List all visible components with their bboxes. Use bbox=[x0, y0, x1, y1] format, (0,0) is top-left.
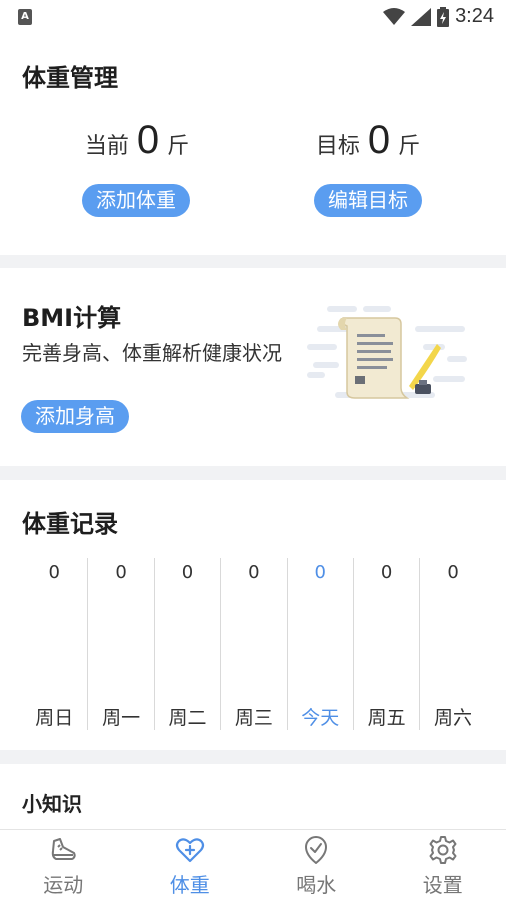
add-height-button[interactable]: 添加身高 bbox=[21, 400, 129, 433]
add-weight-button[interactable]: 添加体重 bbox=[82, 184, 190, 217]
day-column: 0 周六 bbox=[419, 558, 485, 730]
status-time: 3:24 bbox=[455, 5, 494, 27]
weight-management-card: 体重管理 当前 0 斤 添加体重 目标 0 斤 编辑目标 bbox=[0, 34, 506, 255]
bmi-card: BMI计算 完善身高、体重解析健康状况 添加身高 bbox=[0, 268, 506, 466]
nav-label: 设置 bbox=[422, 873, 463, 897]
check-badge-icon bbox=[305, 836, 328, 864]
tips-title: 小知识 bbox=[22, 792, 82, 816]
current-weight-value: 0 bbox=[136, 118, 160, 162]
day-value: 0 bbox=[115, 562, 127, 583]
target-weight-value: 0 bbox=[367, 118, 391, 162]
notification-icon: A bbox=[18, 9, 32, 25]
nav-item-water[interactable]: 喝水 bbox=[253, 830, 380, 898]
nav-label: 喝水 bbox=[296, 873, 337, 897]
edit-target-button[interactable]: 编辑目标 bbox=[314, 184, 422, 217]
day-value: 0 bbox=[48, 562, 60, 583]
target-weight-unit: 斤 bbox=[398, 134, 421, 159]
current-weight: 当前 0 斤 bbox=[47, 120, 227, 160]
day-value: 0 bbox=[314, 562, 326, 583]
day-column: 0 周二 bbox=[153, 558, 220, 730]
day-label: 周二 bbox=[168, 707, 207, 729]
day-label: 周六 bbox=[434, 707, 473, 729]
weight-records-card: 体重记录 0 周日 0 周一 0 周二 0 周三 0 今天 0 周五 0 周六 bbox=[0, 480, 506, 750]
nav-item-settings[interactable]: 设置 bbox=[380, 830, 506, 898]
nav-item-weight[interactable]: 体重 bbox=[127, 830, 254, 898]
weight-management-title: 体重管理 bbox=[22, 64, 118, 92]
weekly-records: 0 周日 0 周一 0 周二 0 周三 0 今天 0 周五 0 周六 bbox=[21, 558, 486, 730]
day-label: 周日 bbox=[35, 707, 74, 729]
tips-card: 小知识 bbox=[0, 764, 506, 830]
signal-icon bbox=[411, 7, 432, 26]
day-column: 0 周日 bbox=[21, 558, 87, 730]
nav-item-exercise[interactable]: 运动 bbox=[0, 830, 127, 898]
day-column: 0 周一 bbox=[87, 558, 153, 730]
day-column: 0 周三 bbox=[220, 558, 286, 730]
status-bar: A 3:24 bbox=[0, 0, 506, 34]
day-column-today: 0 今天 bbox=[286, 558, 353, 730]
current-weight-label: 当前 bbox=[84, 134, 129, 159]
bmi-title: BMI计算 bbox=[22, 304, 122, 332]
shoe-icon bbox=[52, 838, 76, 860]
current-weight-unit: 斤 bbox=[167, 134, 190, 159]
target-weight: 目标 0 斤 bbox=[278, 120, 458, 160]
day-value: 0 bbox=[380, 562, 393, 583]
bmi-description: 完善身高、体重解析健康状况 bbox=[22, 341, 282, 365]
nav-label: 体重 bbox=[169, 873, 210, 897]
status-icons: 3:24 bbox=[383, 5, 494, 28]
battery-icon bbox=[437, 6, 450, 27]
day-value: 0 bbox=[447, 562, 459, 583]
day-label: 周三 bbox=[234, 707, 273, 729]
target-weight-label: 目标 bbox=[315, 134, 360, 159]
nav-label: 运动 bbox=[43, 873, 84, 897]
day-column: 0 周五 bbox=[352, 558, 419, 730]
day-value: 0 bbox=[248, 562, 260, 583]
wifi-icon bbox=[383, 7, 406, 25]
heart-plus-icon bbox=[175, 838, 204, 863]
day-label: 周一 bbox=[102, 707, 141, 729]
bottom-navigation: 运动 体重 喝水 设置 bbox=[0, 829, 506, 898]
document-illustration bbox=[307, 306, 467, 399]
gear-icon bbox=[429, 836, 457, 864]
day-label: 今天 bbox=[301, 707, 340, 729]
weight-records-title: 体重记录 bbox=[22, 510, 118, 538]
day-label: 周五 bbox=[367, 707, 406, 729]
day-value: 0 bbox=[181, 562, 194, 583]
